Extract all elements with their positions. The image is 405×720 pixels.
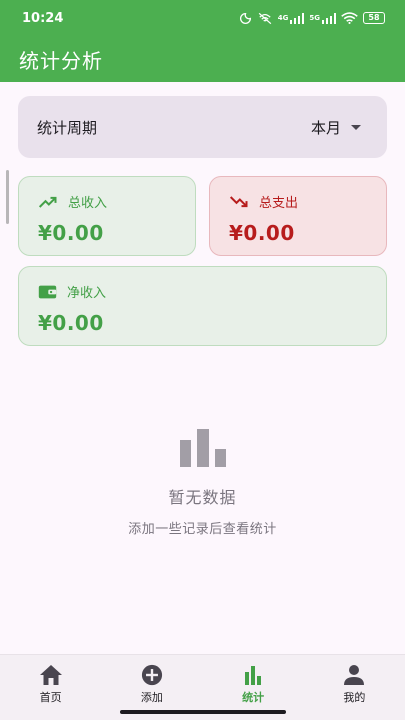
bar-chart-icon [245,666,262,685]
scrollbar[interactable] [6,170,9,224]
status-bar: 10:24 4G 5G 58 [0,0,405,36]
expense-value: ¥0.00 [229,221,295,245]
status-icons: 4G 5G 58 [239,12,385,25]
period-label: 统计周期 [37,118,98,137]
app-bar: 统计分析 [0,36,405,82]
home-indicator[interactable] [120,710,286,714]
period-card: 统计周期 本月 [18,96,387,158]
nav-item-home[interactable]: 首页 [0,655,101,720]
trending-down-icon [229,195,248,207]
empty-state: 暂无数据 添加一些记录后查看统计 [0,425,405,537]
expense-label: 总支出 [259,196,299,211]
net-income-card: 净收入 ¥0.00 [18,266,387,346]
add-circle-icon [141,664,162,686]
signal-icon-2 [322,12,336,24]
battery-indicator: 58 [363,12,385,24]
nav-item-profile[interactable]: 我的 [304,655,405,720]
signal-icon [290,12,305,24]
net-income-label: 净收入 [67,286,107,301]
trending-up-icon [38,196,57,208]
wallet-icon [38,285,57,298]
chevron-down-icon [351,124,361,130]
income-card: 总收入 ¥0.00 [18,176,196,256]
net-income-value: ¥0.00 [38,311,104,335]
moon-icon [239,12,251,24]
income-value: ¥0.00 [38,221,104,245]
empty-subtitle: 添加一些记录后查看统计 [128,522,277,537]
period-dropdown[interactable]: 本月 [311,117,361,138]
bar-chart-icon [179,429,226,467]
status-time: 10:24 [22,10,64,26]
nav-label-profile: 我的 [343,691,366,704]
period-value: 本月 [310,118,341,137]
page-title: 统计分析 [19,48,103,73]
person-icon [344,665,365,685]
income-label: 总收入 [68,196,108,211]
alarm-off-icon [258,12,272,24]
home-icon [39,665,62,685]
expense-card: 总支出 ¥0.00 [209,176,387,256]
network-5g-label: 5G [309,13,320,22]
nav-label-add: 添加 [140,691,163,704]
nav-label-stats: 统计 [242,691,265,704]
wifi-icon [341,12,358,24]
nav-label-home: 首页 [39,691,62,704]
network-4g-label: 4G [277,13,289,22]
empty-title: 暂无数据 [168,488,237,507]
